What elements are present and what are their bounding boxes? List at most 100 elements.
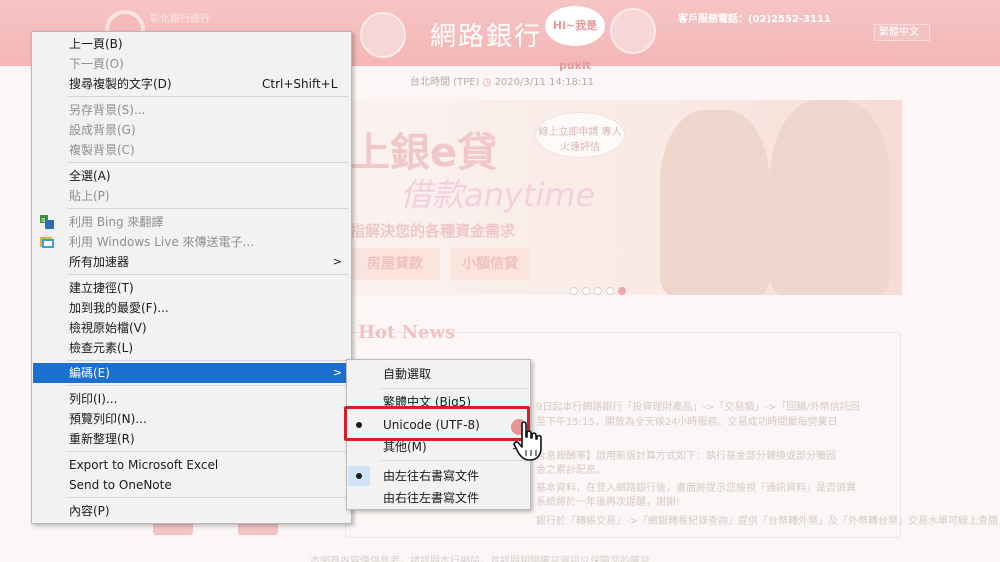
context-menu[interactable]: 上一頁(B) 下一頁(O) 搜尋複製的文字(D) Ctrl+Shift+L 另存背… (31, 31, 352, 524)
clock-icon: ◷ (482, 77, 492, 88)
menu-item-send-onenote[interactable]: Send to OneNote (33, 475, 350, 495)
encoding-auto-select[interactable]: 自動選取 (348, 364, 529, 384)
menu-item-print[interactable]: 列印(I)... (33, 389, 350, 409)
promo-tagline: 指解決您的各種資金需求 (350, 222, 516, 240)
news-line[interactable]: 至下午15:15，開放為全天候24小時服務。交易成功時間屬每營業日 (536, 413, 838, 428)
news-line[interactable]: 基本資料，在登入網路銀行後，畫面將提示您檢視「通訊資料」是否須異 (536, 479, 856, 494)
menu-separator (67, 497, 349, 498)
chevron-right-icon: > (332, 255, 342, 268)
radio-bullet-icon (348, 466, 370, 486)
menu-item-back[interactable]: 上一頁(B) (33, 34, 350, 54)
menu-item-label: 利用 Bing 來翻譯 (69, 215, 164, 229)
encoding-utf8[interactable]: Unicode (UTF-8) (348, 415, 529, 435)
menu-item-label: 搜尋複製的文字(D) (69, 77, 172, 91)
menu-separator (67, 162, 349, 163)
menu-item-label: 內容(P) (69, 504, 110, 518)
menu-item-set-background: 設成背景(G) (33, 120, 350, 140)
menu-item-label: Send to OneNote (69, 478, 172, 492)
carousel-dot-active[interactable] (618, 287, 626, 295)
menu-item-label: 自動選取 (383, 367, 432, 381)
promo-note: 線上立即申請 專人火速評估 (535, 112, 625, 158)
hot-news-title: Hot News (358, 322, 456, 343)
menu-item-label: 建立捷徑(T) (69, 281, 134, 295)
menu-item-label: 由右往左書寫文件 (383, 491, 480, 505)
promo-banner[interactable]: 上銀e貸 借款anytime 指解決您的各種資金需求 房屋貸款 小額信貸 線上立… (330, 100, 902, 295)
language-select[interactable]: 繁體中文 (874, 24, 930, 41)
mascot-bubble: Hi~我是 pukit (545, 6, 605, 72)
menu-item-label: 上一頁(B) (69, 37, 123, 51)
menu-separator (67, 385, 349, 386)
hand-cursor-icon (513, 421, 542, 461)
menu-separator (381, 460, 528, 461)
promo-subtitle: 借款anytime (400, 176, 596, 214)
promo-mortgage-button[interactable]: 房屋貸款 (350, 248, 440, 280)
menu-item-encoding[interactable]: 編碼(E) > (33, 363, 350, 383)
menu-item-windows-live-email: 利用 Windows Live 來傳送電子... (33, 232, 350, 252)
menu-item-refresh[interactable]: 重新整理(R) (33, 429, 350, 449)
menu-separator (67, 451, 349, 452)
menu-item-forward: 下一頁(O) (33, 54, 350, 74)
carousel-dot[interactable] (594, 287, 602, 295)
menu-item-label: 設成背景(G) (69, 123, 136, 137)
menu-item-label: 預覽列印(N)... (69, 412, 147, 426)
menu-item-inspect-element[interactable]: 檢查元素(L) (33, 338, 350, 358)
carousel-dot[interactable] (570, 287, 578, 295)
menu-separator (67, 96, 349, 97)
news-line[interactable]: 含息報酬率】啟用新版計算方式如下：執行基金部分轉換或部分贖回 (536, 447, 836, 462)
menu-item-export-excel[interactable]: Export to Microsoft Excel (33, 455, 350, 475)
carousel-dot[interactable] (582, 287, 590, 295)
menu-item-select-all[interactable]: 全選(A) (33, 166, 350, 186)
menu-item-bing-translate: a 利用 Bing 來翻譯 (33, 212, 350, 232)
menu-item-label: 其他(M) (383, 440, 427, 454)
email-icon (40, 237, 54, 248)
footer-text: 本網頁內容僅供參考，請詳閱本行網站，並詳閱相關權益資訊以保障您的權益 (310, 556, 650, 562)
menu-separator (67, 208, 349, 209)
menu-separator (381, 388, 528, 389)
menu-item-label: 檢視原始檔(V) (69, 321, 147, 335)
encoding-left-to-right[interactable]: 由左往右書寫文件 (348, 466, 529, 486)
news-line[interactable]: 銀行於「轉帳交易」->「網銀轉帳紀錄查詢」提供「台幣轉外幣」及「外幣轉台幣」交易… (536, 512, 1000, 527)
menu-item-properties[interactable]: 內容(P) (33, 501, 350, 521)
menu-item-paste: 貼上(P) (33, 186, 350, 206)
encoding-big5[interactable]: 繁體中文 (Big5) (348, 392, 529, 412)
menu-separator (67, 274, 349, 275)
time-value: 2020/3/11 14:18:11 (494, 77, 594, 88)
menu-item-create-shortcut[interactable]: 建立捷徑(T) (33, 278, 350, 298)
menu-item-label: 繁體中文 (Big5) (383, 395, 471, 409)
menu-item-label: 貼上(P) (69, 189, 110, 203)
carousel-dots[interactable] (570, 284, 630, 298)
promo-loan-button[interactable]: 小額信貸 (450, 248, 530, 280)
menu-item-label: Unicode (UTF-8) (383, 418, 480, 432)
news-line[interactable]: 金之累計配息。 (536, 461, 606, 476)
menu-item-shortcut: Ctrl+Shift+L (262, 77, 338, 91)
menu-item-label: Export to Microsoft Excel (69, 458, 219, 472)
menu-item-label: 複製背景(C) (69, 143, 135, 157)
menu-item-label: 加到我的最愛(F)... (69, 301, 169, 315)
service-phone: 客戶服務電話：(02)2552-3111 (678, 14, 831, 25)
news-line[interactable]: 系統將於一年後再次提醒，謝謝! (536, 493, 680, 508)
menu-item-label: 檢查元素(L) (69, 341, 134, 355)
bank-tagline: 彰化銀行總行 (150, 14, 210, 25)
time-label: 台北時間 (TPE) (410, 77, 480, 88)
menu-item-label: 列印(I)... (69, 392, 118, 406)
menu-item-add-to-favorites[interactable]: 加到我的最愛(F)... (33, 298, 350, 318)
promo-person-image (660, 110, 770, 295)
menu-item-copy-background: 複製背景(C) (33, 140, 350, 160)
radio-bullet-icon (348, 415, 370, 435)
menu-item-label: 所有加速器 (69, 255, 130, 269)
menu-item-label: 編碼(E) (69, 366, 110, 380)
encoding-other[interactable]: 其他(M)> (348, 437, 529, 457)
carousel-dot[interactable] (606, 287, 614, 295)
menu-item-view-source[interactable]: 檢視原始檔(V) (33, 318, 350, 338)
menu-item-label: 另存背景(S)... (69, 103, 146, 117)
menu-item-save-background: 另存背景(S)... (33, 100, 350, 120)
promo-person-image (770, 100, 890, 295)
news-line[interactable]: 9日起本行網路銀行「投資理財產品」->「交易類」->「回饋/外幣信託回 (536, 398, 860, 413)
menu-item-search-copied-text[interactable]: 搜尋複製的文字(D) Ctrl+Shift+L (33, 74, 350, 94)
svg-text:a: a (41, 216, 45, 224)
encoding-submenu[interactable]: 自動選取 繁體中文 (Big5) Unicode (UTF-8) 其他(M)> … (346, 359, 531, 510)
menu-item-label: 全選(A) (69, 169, 111, 183)
menu-item-print-preview[interactable]: 預覽列印(N)... (33, 409, 350, 429)
menu-item-all-accelerators[interactable]: 所有加速器 > (33, 252, 350, 272)
encoding-right-to-left[interactable]: 由右往左書寫文件 (348, 488, 529, 508)
